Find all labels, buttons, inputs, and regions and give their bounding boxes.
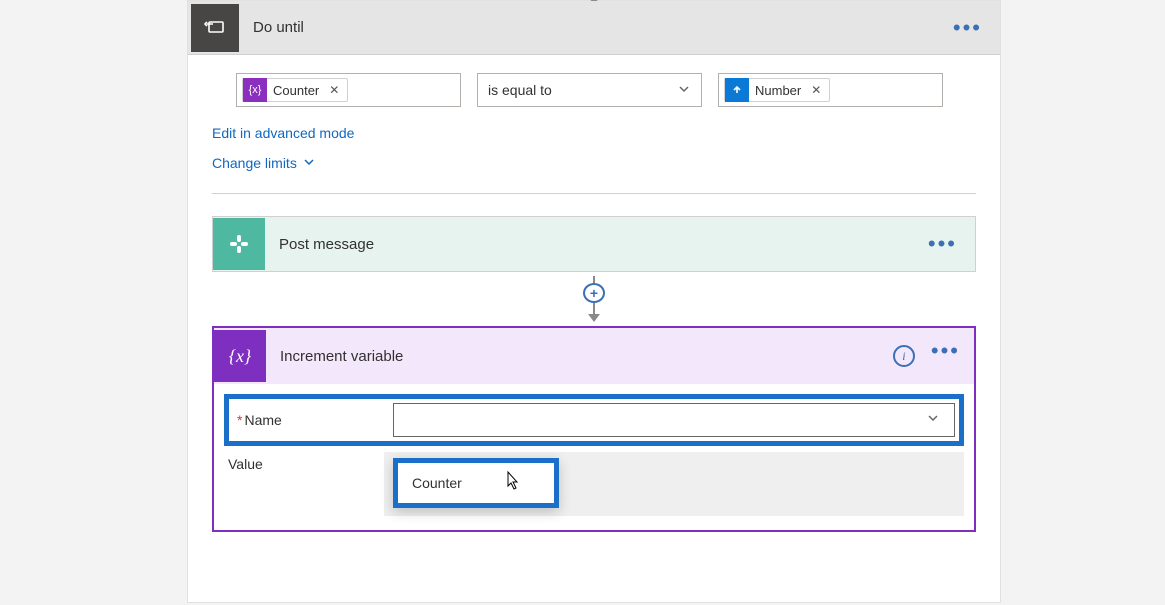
token-number[interactable]: Number ✕ (724, 78, 830, 102)
do-until-title: Do until (253, 19, 304, 36)
info-icon[interactable]: i (893, 345, 915, 367)
dropdown-option-counter[interactable]: Counter (398, 463, 554, 503)
token-label: Number (755, 83, 807, 98)
name-dropdown: Counter (393, 458, 559, 508)
condition-row: {x} Counter ✕ is equal to (236, 73, 976, 107)
divider (212, 193, 976, 194)
condition-left-input[interactable]: {x} Counter ✕ (236, 73, 461, 107)
variable-icon: {x} (214, 330, 266, 382)
value-label: Value (224, 452, 384, 472)
remove-token-icon[interactable]: ✕ (807, 83, 825, 97)
token-counter[interactable]: {x} Counter ✕ (242, 78, 348, 102)
name-field-row: *Name (224, 394, 964, 446)
remove-token-icon[interactable]: ✕ (325, 83, 343, 97)
condition-right-input[interactable]: Number ✕ (718, 73, 943, 107)
add-step-connector: + (212, 276, 976, 322)
value-field-row: Value (224, 452, 964, 516)
more-menu-button[interactable]: ••• (928, 239, 957, 249)
name-label: *Name (233, 412, 393, 428)
arrow-down-icon (588, 314, 600, 322)
chevron-down-icon (926, 411, 940, 430)
increment-variable-title: Increment variable (280, 348, 403, 365)
increment-variable-card: {x} Increment variable i ••• *Name (212, 326, 976, 532)
increment-variable-header[interactable]: {x} Increment variable i ••• (214, 328, 974, 384)
chevron-down-icon (677, 82, 691, 99)
condition-operator-select[interactable]: is equal to (477, 73, 702, 107)
chevron-down-icon (303, 155, 315, 171)
add-step-button[interactable]: + (583, 283, 605, 303)
more-menu-button[interactable]: ••• (931, 346, 960, 356)
change-limits-link[interactable]: Change limits (212, 155, 315, 171)
operator-label: is equal to (488, 82, 552, 98)
do-until-icon (191, 4, 239, 52)
slack-icon (213, 218, 265, 270)
more-menu-button[interactable]: ••• (953, 23, 982, 33)
change-limits-label: Change limits (212, 155, 297, 171)
do-until-header[interactable]: Do until ••• (188, 1, 1000, 55)
number-icon (725, 78, 749, 102)
flow-canvas: Do until ••• {x} Counter ✕ is equal to (187, 0, 1001, 603)
required-indicator: * (237, 412, 242, 428)
name-select[interactable] (393, 403, 955, 437)
edit-advanced-mode-link[interactable]: Edit in advanced mode (212, 125, 354, 141)
token-label: Counter (273, 83, 325, 98)
post-message-card[interactable]: Post message ••• (212, 216, 976, 272)
post-message-title: Post message (279, 236, 374, 253)
do-until-body: {x} Counter ✕ is equal to (188, 55, 1000, 542)
increment-variable-body: *Name Value (214, 384, 974, 530)
variable-icon: {x} (243, 78, 267, 102)
cursor-icon (502, 470, 522, 497)
